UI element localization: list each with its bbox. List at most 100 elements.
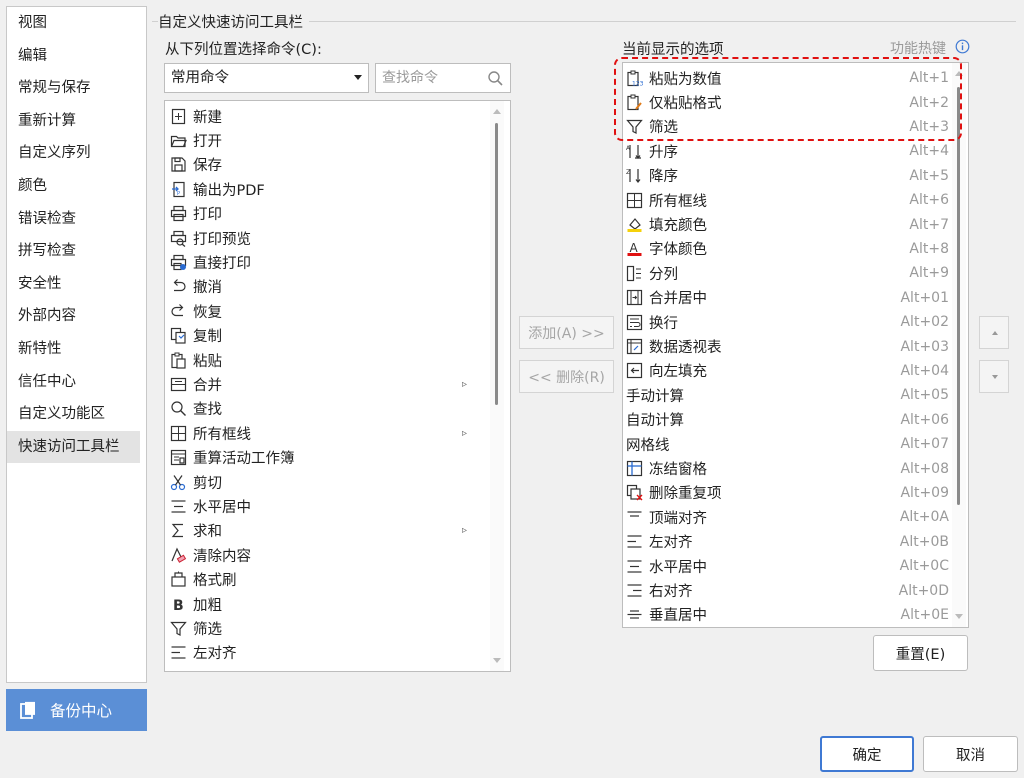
- ok-button[interactable]: 确定: [820, 736, 914, 772]
- nav-item[interactable]: 视图: [7, 7, 146, 40]
- scroll-down-icon[interactable]: [493, 658, 501, 663]
- command-label: 字体颜色: [649, 242, 707, 259]
- command-list-item[interactable]: 所有框线 ▹: [165, 421, 495, 445]
- current-command-item[interactable]: 自动计算 Alt+06: [623, 408, 953, 432]
- current-command-item[interactable]: 分列 Alt+9: [623, 261, 953, 285]
- hotkey-label: Alt+7: [909, 216, 949, 233]
- nav-item[interactable]: 信任中心: [7, 366, 146, 399]
- command-source-select[interactable]: 常用命令: [164, 63, 369, 93]
- command-label: 格式刷: [193, 573, 237, 590]
- scroll-up-icon[interactable]: [955, 71, 963, 76]
- scroll-down-icon[interactable]: [955, 614, 963, 619]
- choose-commands-label: 从下列位置选择命令(C):: [165, 42, 322, 58]
- command-list-item[interactable]: 求和 ▹: [165, 519, 495, 543]
- current-command-item[interactable]: 筛选 Alt+3: [623, 115, 953, 139]
- current-command-item[interactable]: A 字体颜色 Alt+8: [623, 237, 953, 261]
- nav-item[interactable]: 重新计算: [7, 105, 146, 138]
- nav-item[interactable]: 常规与保存: [7, 72, 146, 105]
- command-list-item[interactable]: 撤消: [165, 275, 495, 299]
- available-commands-scrollbar[interactable]: [490, 101, 504, 671]
- current-command-item[interactable]: 水平居中 Alt+0C: [623, 554, 953, 578]
- current-command-item[interactable]: 垂直居中 Alt+0E: [623, 603, 953, 627]
- current-command-item[interactable]: 删除重复项 Alt+09: [623, 481, 953, 505]
- add-button[interactable]: 添加(A) >>: [519, 316, 614, 349]
- move-up-button[interactable]: [979, 316, 1009, 349]
- cancel-button[interactable]: 取消: [923, 736, 1018, 772]
- scroll-thumb[interactable]: [957, 87, 960, 505]
- command-list-item[interactable]: 水平居中: [165, 494, 495, 518]
- command-label: 输出为PDF: [193, 182, 265, 199]
- command-list-item[interactable]: 直接打印: [165, 250, 495, 274]
- scroll-thumb[interactable]: [495, 123, 498, 405]
- current-command-item[interactable]: 换行 Alt+02: [623, 310, 953, 334]
- command-search-box[interactable]: [375, 63, 511, 93]
- command-label: 筛选: [193, 622, 222, 639]
- nav-item[interactable]: 自定义序列: [7, 137, 146, 170]
- command-search-input[interactable]: [376, 64, 480, 92]
- nav-item[interactable]: 错误检查: [7, 203, 146, 236]
- current-command-item[interactable]: 向左填充 Alt+04: [623, 359, 953, 383]
- nav-item[interactable]: 外部内容: [7, 300, 146, 333]
- current-commands-scrollbar[interactable]: [952, 63, 966, 627]
- command-list-item[interactable]: 清除内容: [165, 543, 495, 567]
- current-command-item[interactable]: 顶端对齐 Alt+0A: [623, 505, 953, 529]
- command-label: 粘贴: [193, 353, 222, 370]
- command-label: 自动计算: [626, 413, 684, 430]
- command-list-item[interactable]: 打印预览: [165, 226, 495, 250]
- search-icon[interactable]: [487, 70, 504, 87]
- command-list-item[interactable]: P 输出为PDF: [165, 177, 495, 201]
- current-command-item[interactable]: 所有框线 Alt+6: [623, 188, 953, 212]
- command-label: 水平居中: [649, 559, 707, 576]
- command-label: 打开: [193, 134, 222, 151]
- command-label: 所有框线: [649, 193, 707, 210]
- current-command-item[interactable]: 数据透视表 Alt+03: [623, 334, 953, 358]
- current-command-item[interactable]: 网格线 Alt+07: [623, 432, 953, 456]
- current-command-item[interactable]: 填充颜色 Alt+7: [623, 212, 953, 236]
- reset-button[interactable]: 重置(E): [873, 635, 968, 671]
- current-command-item[interactable]: 右对齐 Alt+0D: [623, 578, 953, 602]
- command-list-item[interactable]: 打印: [165, 202, 495, 226]
- nav-item[interactable]: 自定义功能区: [7, 398, 146, 431]
- command-list-item[interactable]: 新建: [165, 104, 495, 128]
- command-list-item[interactable]: 保存: [165, 153, 495, 177]
- command-list-item[interactable]: 剪切: [165, 470, 495, 494]
- command-list-item[interactable]: 复制: [165, 324, 495, 348]
- current-command-item[interactable]: 左对齐 Alt+0B: [623, 530, 953, 554]
- current-command-item[interactable]: A 升序 Alt+4: [623, 139, 953, 163]
- current-command-item[interactable]: 仅粘贴格式 Alt+2: [623, 90, 953, 114]
- remove-button[interactable]: << 删除(R): [519, 360, 614, 393]
- pdf-export-icon: P: [170, 181, 187, 198]
- current-command-item[interactable]: 手动计算 Alt+05: [623, 383, 953, 407]
- move-down-icon: [992, 375, 998, 379]
- scroll-up-icon[interactable]: [493, 109, 501, 114]
- all-borders-icon: [626, 192, 643, 209]
- command-list-item[interactable]: 筛选: [165, 616, 495, 640]
- backup-center-button[interactable]: 备份中心: [6, 689, 147, 731]
- nav-item[interactable]: 拼写检查: [7, 235, 146, 268]
- command-list-item[interactable]: 恢复: [165, 299, 495, 323]
- command-list-item[interactable]: 查找: [165, 397, 495, 421]
- nav-item[interactable]: 安全性: [7, 268, 146, 301]
- command-list-item[interactable]: 打开: [165, 128, 495, 152]
- current-command-item[interactable]: Z 降序 Alt+5: [623, 164, 953, 188]
- command-list-item[interactable]: 合并 ▹: [165, 372, 495, 396]
- current-command-item[interactable]: 冻结窗格 Alt+08: [623, 456, 953, 480]
- move-down-button[interactable]: [979, 360, 1009, 393]
- command-label: 所有框线: [193, 426, 251, 443]
- nav-item[interactable]: 新特性: [7, 333, 146, 366]
- align-top-icon: [626, 509, 643, 526]
- command-list-item[interactable]: 格式刷: [165, 568, 495, 592]
- current-command-item[interactable]: 123 粘贴为数值 Alt+1: [623, 66, 953, 90]
- command-list-item[interactable]: B 加粗: [165, 592, 495, 616]
- available-commands-list[interactable]: 新建 打开 保存 P 输出为PDF 打印 打印预览 直接打印 撤消 恢复 复制 粘贴 合并 ▹ 查找 所有框线…: [164, 100, 511, 672]
- nav-item[interactable]: 快速访问工具栏: [7, 430, 140, 464]
- command-list-item[interactable]: 粘贴: [165, 348, 495, 372]
- current-commands-list[interactable]: 123 粘贴为数值 Alt+1 仅粘贴格式 Alt+2 筛选 Alt+3 A 升序 Alt+4 Z 降…: [622, 62, 969, 628]
- command-list-item[interactable]: 重算活动工作簿: [165, 446, 495, 470]
- nav-item[interactable]: 颜色: [7, 170, 146, 203]
- info-icon[interactable]: [955, 39, 970, 54]
- current-command-item[interactable]: 合并居中 Alt+01: [623, 286, 953, 310]
- command-label: 恢复: [193, 304, 222, 321]
- nav-item[interactable]: 编辑: [7, 40, 146, 73]
- command-list-item[interactable]: 左对齐: [165, 641, 495, 665]
